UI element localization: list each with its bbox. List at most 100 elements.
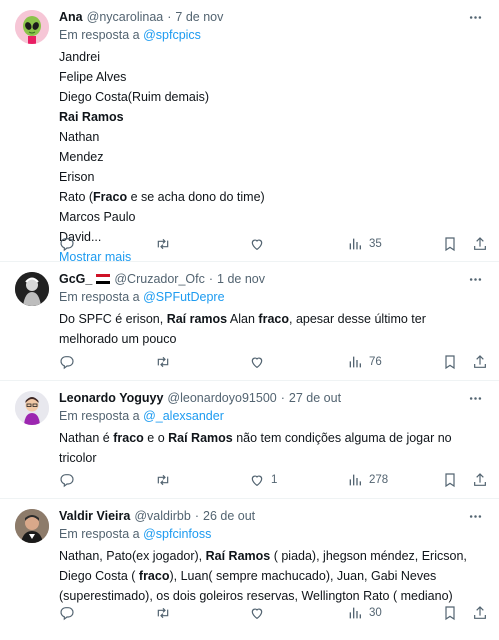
reply-prefix: Em resposta a <box>59 409 140 423</box>
views-count: 35 <box>369 238 382 250</box>
reply-to-link[interactable]: @_alexsander <box>143 409 224 423</box>
author-name[interactable]: Ana <box>59 10 83 24</box>
reply-context: Em resposta a @SPFutDepre <box>59 288 485 307</box>
like-button[interactable] <box>249 352 265 372</box>
tweet[interactable]: Leonardo Yoguyy @leonardoyo91500 · 27 de… <box>0 381 499 499</box>
like-icon <box>251 357 263 369</box>
bookmark-icon <box>445 355 455 370</box>
avatar[interactable] <box>15 509 49 543</box>
text-line-rato: Rato (Fraco e se acha dono do time) <box>59 190 265 204</box>
reply-context: Em resposta a @spfcinfoss <box>59 525 485 544</box>
more-icon[interactable] <box>465 270 485 288</box>
likes-count: 1 <box>271 474 278 486</box>
tweet-text: Nathan, Pato(ex jogador), Raí Ramos ( pi… <box>59 546 485 606</box>
action-bar: 30 <box>59 603 488 623</box>
author-handle[interactable]: @leonardoyo91500 <box>167 391 276 405</box>
share-icon <box>474 606 486 619</box>
text-line: Erison <box>59 170 95 184</box>
retweet-icon <box>157 238 169 250</box>
author-handle[interactable]: @Cruzador_Ofc <box>114 272 205 286</box>
bookmark-button[interactable] <box>442 352 458 372</box>
separator: · <box>194 509 199 523</box>
views-icon <box>349 474 361 486</box>
share-button[interactable] <box>472 234 488 254</box>
reply-to-link[interactable]: @spfcinfoss <box>143 527 211 541</box>
like-button[interactable] <box>249 234 265 254</box>
share-icon <box>474 355 486 368</box>
like-button[interactable]: 1 <box>249 470 277 490</box>
reply-button[interactable] <box>59 352 75 372</box>
more-icon[interactable] <box>465 389 485 407</box>
timestamp[interactable]: 27 de out <box>289 391 341 405</box>
views-icon <box>349 356 361 368</box>
bold-word: Fraco <box>93 190 128 204</box>
views-button[interactable]: 30 <box>347 603 382 623</box>
more-icon[interactable] <box>465 8 485 26</box>
like-icon <box>251 475 263 487</box>
avatar[interactable] <box>15 10 49 44</box>
like-button[interactable] <box>249 603 265 623</box>
avatar-image <box>15 272 49 306</box>
retweet-icon <box>157 474 169 486</box>
text-line: Nathan <box>59 130 100 144</box>
reply-button[interactable] <box>59 603 75 623</box>
author-handle[interactable]: @valdirbb <box>134 509 190 523</box>
views-button[interactable]: 35 <box>347 234 382 254</box>
avatar[interactable] <box>15 391 49 425</box>
text-line: Nathan, Pato(ex jogador), Raí Ramos ( pi… <box>59 549 467 563</box>
reply-to-link[interactable]: @spfcpics <box>143 28 201 42</box>
reply-button[interactable] <box>59 470 75 490</box>
bookmark-button[interactable] <box>442 603 458 623</box>
author-name[interactable]: Leonardo Yoguyy <box>59 391 163 405</box>
bookmark-button[interactable] <box>442 234 458 254</box>
reply-to-link[interactable]: @SPFutDepre <box>143 290 224 304</box>
text-line-bold: Rai Ramos <box>59 110 124 124</box>
tweet[interactable]: Valdir Vieira @valdirbb · 26 de out Em r… <box>0 499 499 640</box>
retweet-button[interactable] <box>155 352 171 372</box>
flag-icon <box>96 274 111 284</box>
tweet[interactable]: GcG_ @Cruzador_Ofc · 1 de nov Em respost… <box>0 262 499 381</box>
timestamp[interactable]: 26 de out <box>203 509 255 523</box>
views-button[interactable]: 76 <box>347 352 382 372</box>
text-line: Marcos Paulo <box>59 210 136 224</box>
text-line: Nathan é fraco e o Raí Ramos não tem con… <box>59 431 452 445</box>
separator: · <box>208 272 214 286</box>
reply-prefix: Em resposta a <box>59 290 140 304</box>
retweet-button[interactable] <box>155 470 171 490</box>
tweet[interactable]: Ana @nycarolinaa · 7 de nov Em resposta … <box>0 0 499 264</box>
timestamp[interactable]: 7 de nov <box>175 10 223 24</box>
bookmark-button[interactable] <box>442 470 458 490</box>
bookmark-icon <box>445 237 455 252</box>
reply-prefix: Em resposta a <box>59 28 140 42</box>
separator: · <box>167 10 172 24</box>
share-button[interactable] <box>472 352 488 372</box>
text-line: Diego Costa ( fraco), Luan( sempre machu… <box>59 569 437 583</box>
share-button[interactable] <box>472 603 488 623</box>
text-line: melhorado um pouco <box>59 332 177 346</box>
views-button[interactable]: 278 <box>347 470 388 490</box>
like-icon <box>251 239 263 251</box>
tweet-text: Jandrei Felipe Alves Diego Costa(Ruim de… <box>59 47 485 247</box>
author-name[interactable]: GcG_ <box>59 272 92 286</box>
retweet-button[interactable] <box>155 603 171 623</box>
timestamp[interactable]: 1 de nov <box>217 272 265 286</box>
text-line: Diego Costa(Ruim demais) <box>59 90 210 104</box>
like-icon <box>251 608 263 620</box>
views-count: 278 <box>369 474 389 486</box>
text-line: Jandrei <box>59 50 100 64</box>
author-name[interactable]: Valdir Vieira <box>59 509 130 523</box>
action-bar: 76 <box>59 352 488 372</box>
retweet-icon <box>157 607 169 619</box>
views-count: 30 <box>369 607 382 619</box>
reply-button[interactable] <box>59 234 75 254</box>
retweet-button[interactable] <box>155 234 171 254</box>
text-line: Mendez <box>59 150 104 164</box>
avatar[interactable] <box>15 272 49 306</box>
text-line: tricolor <box>59 451 97 465</box>
views-icon <box>349 607 361 619</box>
author-handle[interactable]: @nycarolinaa <box>87 10 164 24</box>
views-count: 76 <box>369 356 382 368</box>
share-button[interactable] <box>472 470 488 490</box>
more-icon[interactable] <box>465 507 485 525</box>
share-icon <box>474 473 486 486</box>
